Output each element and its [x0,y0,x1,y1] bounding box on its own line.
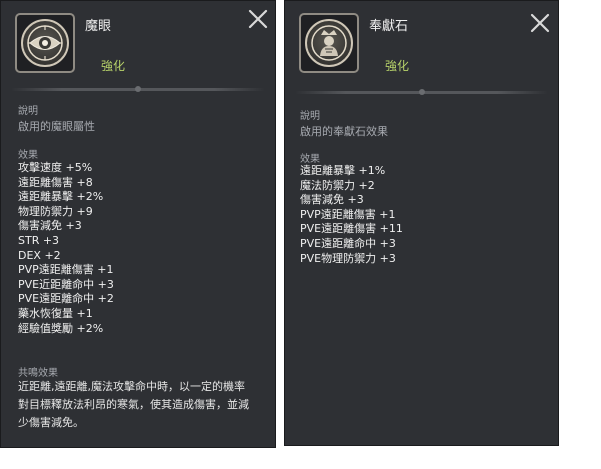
resonance-line: 對目標釋放法利昂的寒氣，使其造成傷害，並減 [18,398,249,411]
effects-label: 效果 [300,154,320,165]
close-icon [530,13,550,33]
description-label: 說明 [300,111,320,122]
resonance-label: 共鳴效果 [18,368,58,379]
item-title: 魔眼 [85,19,112,34]
resonance-line: 少傷害減免。 [18,416,84,429]
description-text: 啟用的魔眼屬性 [18,120,95,133]
effect-line: 藥水恢復量 +1 [18,306,93,320]
effect-line: 物理防禦力 +9 [18,204,93,218]
effects-label: 效果 [18,150,38,161]
effect-line: 經驗值獎勵 +2% [18,321,104,335]
effect-line: 遠距離傷害 +8 [18,175,93,189]
effect-line: 遠距離暴擊 +2% [18,190,104,204]
effect-line: 魔法防禦力 +2 [300,178,375,192]
description-label: 說明 [18,106,38,117]
effect-line: 攻擊速度 +5% [18,161,93,174]
close-icon [248,9,268,29]
resonance-text: 近距離,遠距離,魔法攻擊命中時，以一定的機率 對目標釋放法利昂的寒氣，使其造成傷… [18,378,274,432]
tooltip-panel-magic-eye: 魔眼 強化 說明 啟用的魔眼屬性 效果 攻擊速度 +5% 遠距離傷害 +8 遠距… [0,0,276,448]
close-button[interactable] [527,10,553,36]
close-button[interactable] [245,6,271,32]
effects-list: 攻擊速度 +5% 遠距離傷害 +8 遠距離暴擊 +2% 物理防禦力 +9 傷害減… [18,161,114,336]
divider-ornament [418,89,425,95]
description-text: 啟用的奉獻石效果 [300,125,388,138]
effect-line: STR +3 [18,233,60,247]
effect-line: PVP遠距離傷害 +1 [18,263,114,277]
header-divider [11,86,265,92]
effect-line: 遠距離暴擊 +1% [300,164,386,177]
resonance-line: 近距離,遠距離,魔法攻擊命中時，以一定的機率 [18,380,245,393]
effect-line: PVE遠距離命中 +2 [18,292,114,306]
effect-line: 傷害減免 +3 [18,219,82,233]
item-icon-frame [15,13,75,73]
offering-stone-icon [305,19,353,67]
item-icon-frame [299,13,359,73]
divider-ornament [135,86,141,92]
effect-line: PVE近距離命中 +3 [18,277,114,291]
effect-line: DEX +2 [18,248,61,262]
tooltip-panel-offering-stone: 奉獻石 強化 說明 啟用的奉獻石效果 效果 遠距離暴擊 +1% 魔法防禦力 +2… [284,0,559,446]
effect-line: PVP遠距離傷害 +1 [300,207,396,221]
effect-line: 傷害減免 +3 [300,193,364,207]
effects-list: 遠距離暴擊 +1% 魔法防禦力 +2 傷害減免 +3 PVP遠距離傷害 +1 P… [300,164,403,266]
effect-line: PVE物理防禦力 +3 [300,251,396,265]
header-divider [295,89,548,95]
effect-line: PVE遠距離命中 +3 [300,236,396,250]
effect-line: PVE遠距離傷害 +11 [300,222,403,236]
item-title: 奉獻石 [369,19,409,34]
item-subtitle: 強化 [101,59,126,73]
item-subtitle: 強化 [385,59,410,73]
eye-emblem-icon [21,19,69,67]
